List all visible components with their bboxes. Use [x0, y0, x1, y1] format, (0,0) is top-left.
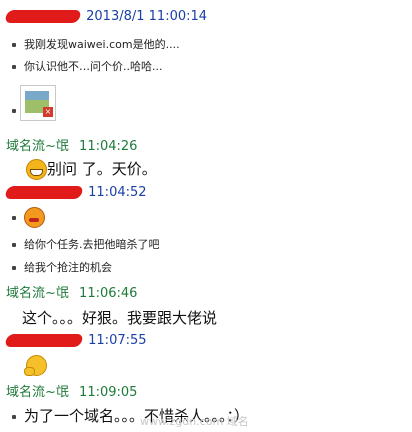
- message-time: 11:07:55: [88, 333, 147, 348]
- message-time: 11:04:52: [88, 185, 147, 200]
- message-time: 11:09:05: [79, 385, 138, 400]
- message-line: 别问 了。天价。: [26, 158, 157, 180]
- bullet-icon: [12, 266, 16, 270]
- message-time: 11:04:26: [79, 139, 138, 154]
- redacted-sender-name: [4, 334, 84, 347]
- message-time: 11:06:46: [79, 286, 138, 301]
- message-line: 你认识他不…问个价..哈哈...: [12, 58, 162, 74]
- grinning-face-icon: [26, 159, 47, 180]
- redacted-sender-name: [4, 186, 84, 199]
- bullet-icon: [12, 414, 16, 419]
- message-header: 2013/8/1 11:00:14: [4, 9, 208, 24]
- message-line: 我刚发现waiwei.com是他的....: [12, 36, 180, 52]
- emoji-row: [12, 207, 45, 228]
- message-time: 2013/8/1 11:00:14: [86, 9, 208, 24]
- bullet-icon: [12, 43, 16, 47]
- bullet-icon: [12, 65, 16, 69]
- sender-name: 域名流~氓: [6, 385, 69, 400]
- angry-face-icon: [24, 207, 45, 228]
- message-header: 域名流~氓 11:09:05: [6, 381, 137, 400]
- redacted-sender-name: [4, 10, 82, 23]
- emoji-row: [24, 355, 47, 376]
- broken-image-icon[interactable]: ×: [20, 85, 56, 121]
- thinking-face-icon: [24, 355, 47, 376]
- sender-name: 域名流~氓: [6, 139, 69, 154]
- message-header: 域名流~氓 11:06:46: [6, 282, 137, 301]
- message-header: 11:07:55: [4, 333, 147, 348]
- sender-name: 域名流~氓: [6, 286, 69, 301]
- message-header: 11:04:52: [4, 185, 147, 200]
- message-line: 给我个抢注的机会: [12, 259, 112, 275]
- bullet-icon: [12, 243, 16, 247]
- message-line: 这个。。。好狠。我要跟大佬说: [22, 309, 218, 327]
- message-line: 给你个任务.去把他暗杀了吧: [12, 236, 160, 252]
- bullet-icon: [12, 215, 16, 220]
- watermark: www.zgdn.com 域名: [140, 415, 249, 428]
- message-header: 域名流~氓 11:04:26: [6, 135, 137, 154]
- bullet-icon: [12, 108, 16, 113]
